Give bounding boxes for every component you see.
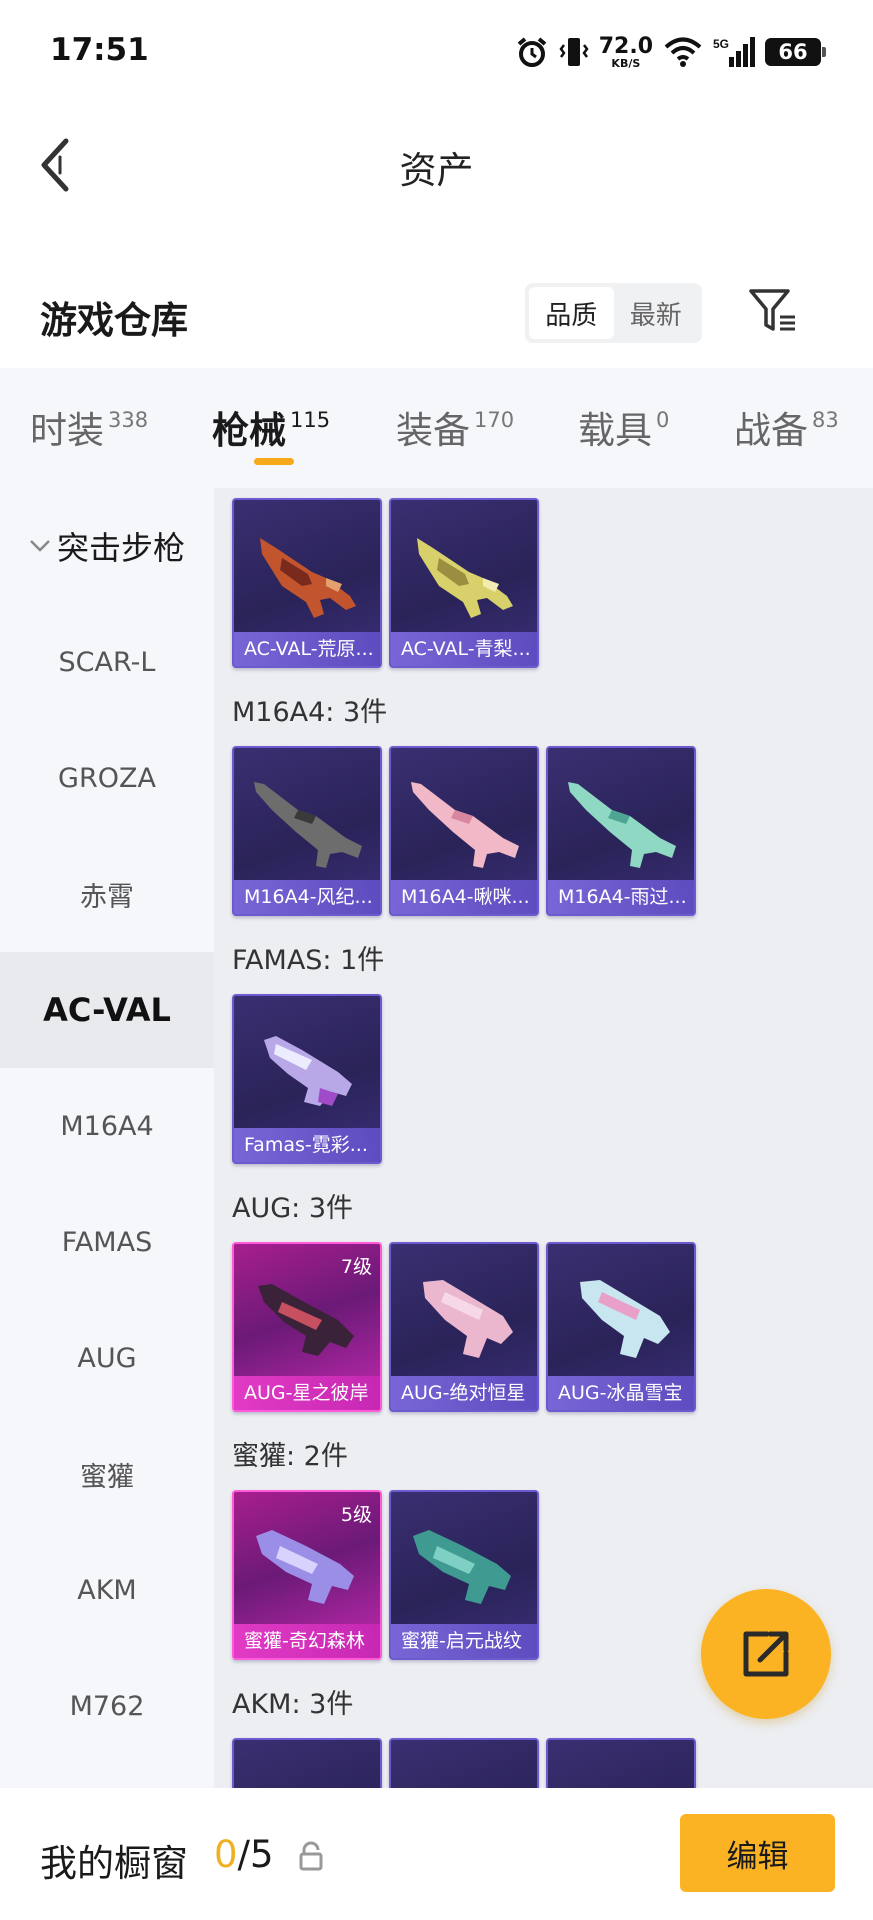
- card-name: AUG-冰晶雪宝: [548, 1376, 694, 1410]
- tab-weapons[interactable]: 枪械 115: [212, 400, 330, 454]
- warehouse-title: 游戏仓库: [40, 299, 188, 342]
- net-speed-unit: KB/S: [611, 56, 641, 70]
- battery-level: 66: [778, 40, 808, 64]
- rifle-icon: [423, 1280, 513, 1358]
- tab-label: 时装: [30, 409, 104, 452]
- weapon-card[interactable]: M16A4-雨过...: [546, 746, 696, 916]
- group-label-aug: AUG: 3件: [232, 1193, 354, 1224]
- card-level: 7级: [340, 1256, 372, 1278]
- sidebar-item-honey-badger[interactable]: 蜜獾: [0, 1416, 214, 1532]
- sidebar-item-groza[interactable]: GROZA: [0, 720, 214, 836]
- tab-count: 83: [812, 408, 839, 432]
- rifle-icon: [413, 1530, 511, 1604]
- vibrate-icon: [559, 38, 589, 66]
- card-name: AC-VAL-荒原...: [234, 632, 380, 666]
- rifle-icon: [568, 782, 676, 868]
- share-button[interactable]: [701, 1589, 831, 1719]
- edit-button[interactable]: 编辑: [680, 1814, 835, 1892]
- card-name: M16A4-雨过...: [548, 880, 694, 914]
- tab-equipment[interactable]: 装备 170: [396, 400, 514, 454]
- weapon-card[interactable]: 7级 AUG-星之彼岸: [232, 1242, 382, 1412]
- tab-count: 115: [290, 408, 331, 432]
- net-speed-value: 72.0: [598, 33, 653, 59]
- weapon-card[interactable]: M16A4-风纪...: [232, 746, 382, 916]
- sort-option-newest[interactable]: 最新: [614, 287, 699, 339]
- rifle-icon: [580, 1280, 670, 1358]
- showcase-total: /5: [237, 1833, 274, 1876]
- weapon-card[interactable]: [232, 1738, 382, 1788]
- card-name: 蜜獾-启元战纹: [391, 1624, 537, 1658]
- wifi-icon: [664, 37, 702, 67]
- sidebar-item-aug[interactable]: AUG: [0, 1300, 214, 1416]
- tab-label: 枪械: [212, 409, 286, 452]
- card-name: M16A4-啾咪...: [391, 880, 537, 914]
- tab-supplies[interactable]: 战备 83: [734, 400, 839, 454]
- rifle-icon: [264, 1036, 352, 1106]
- card-name: AC-VAL-青梨...: [391, 632, 537, 666]
- rifle-icon: [254, 782, 362, 868]
- sort-toggle: 品质 最新: [525, 283, 702, 343]
- chevron-down-icon: [30, 540, 50, 552]
- tab-label: 装备: [396, 409, 470, 452]
- tab-count: 338: [108, 408, 149, 432]
- net-speed: 72.0 KB/S: [598, 33, 653, 70]
- weapon-card[interactable]: AUG-冰晶雪宝: [546, 1242, 696, 1412]
- share-icon: [743, 1631, 789, 1677]
- showcase-current: 0: [214, 1833, 238, 1876]
- filter-button[interactable]: [745, 283, 801, 339]
- sidebar-item-m762[interactable]: M762: [0, 1648, 214, 1764]
- weapon-card[interactable]: Famas-霓彩...: [232, 994, 382, 1164]
- tab-vehicles[interactable]: 载具 0: [578, 400, 669, 454]
- card-name: M16A4-风纪...: [234, 880, 380, 914]
- weapon-card[interactable]: [389, 1738, 539, 1788]
- tab-indicator: [254, 458, 294, 465]
- group-label-akm: AKM: 3件: [232, 1689, 354, 1720]
- group-label-famas: FAMAS: 1件: [232, 945, 385, 976]
- tab-label: 战备: [734, 409, 808, 452]
- tab-fashion[interactable]: 时装 338: [30, 400, 148, 454]
- sidebar-item-scar-l[interactable]: SCAR-L: [0, 604, 214, 720]
- signal-icon: 5G: [713, 37, 755, 67]
- status-bar: 17:51 72.0 KB/S 5G 66: [0, 0, 873, 100]
- card-level: 5级: [340, 1504, 372, 1526]
- battery-icon: 66: [765, 38, 826, 66]
- page-title: 资产: [399, 149, 474, 192]
- sidebar-item-famas[interactable]: FAMAS: [0, 1184, 214, 1300]
- tab-label: 载具: [578, 409, 652, 452]
- rifle-icon: [411, 782, 519, 868]
- filter-icon: [749, 289, 795, 331]
- group-label-honey-badger: 蜜獾: 2件: [232, 1441, 348, 1472]
- showcase-label: 我的橱窗: [40, 1842, 188, 1885]
- sidebar-item-ac-val[interactable]: AC-VAL: [0, 952, 214, 1068]
- showcase-count: 0/5: [214, 1833, 274, 1876]
- weapon-card[interactable]: 5级 蜜獾-奇幻森林: [232, 1490, 382, 1660]
- tab-count: 0: [656, 408, 670, 432]
- sidebar-group-label: 突击步枪: [56, 529, 185, 567]
- lock-icon: [299, 1841, 323, 1871]
- weapon-card[interactable]: [546, 1738, 696, 1788]
- card-name: Famas-霓彩...: [234, 1128, 380, 1162]
- alarm-icon: [517, 37, 546, 67]
- sort-option-quality[interactable]: 品质: [529, 287, 614, 339]
- tab-count: 170: [474, 408, 515, 432]
- sidebar-item-akm[interactable]: AKM: [0, 1532, 214, 1648]
- status-icons: 72.0 KB/S 5G 66: [515, 32, 826, 72]
- card-name: AUG-星之彼岸: [234, 1376, 380, 1410]
- group-label-m16a4: M16A4: 3件: [232, 697, 388, 728]
- sidebar-group-assault-rifle[interactable]: 突击步枪: [0, 488, 214, 604]
- weapon-card[interactable]: 蜜獾-启元战纹: [389, 1490, 539, 1660]
- rifle-icon: [417, 538, 513, 618]
- sidebar-item-m16a4[interactable]: M16A4: [0, 1068, 214, 1184]
- signal-label: 5G: [713, 37, 729, 51]
- card-name: AUG-绝对恒星: [391, 1376, 537, 1410]
- rifle-icon: [260, 538, 356, 618]
- sidebar-item-chixiao[interactable]: 赤霄: [0, 836, 214, 952]
- status-time: 17:51: [50, 32, 149, 68]
- weapon-card[interactable]: M16A4-啾咪...: [389, 746, 539, 916]
- card-name: 蜜獾-奇幻森林: [234, 1624, 380, 1658]
- weapon-card[interactable]: AC-VAL-荒原...: [232, 498, 382, 668]
- weapon-card[interactable]: AC-VAL-青梨...: [389, 498, 539, 668]
- weapon-card[interactable]: AUG-绝对恒星: [389, 1242, 539, 1412]
